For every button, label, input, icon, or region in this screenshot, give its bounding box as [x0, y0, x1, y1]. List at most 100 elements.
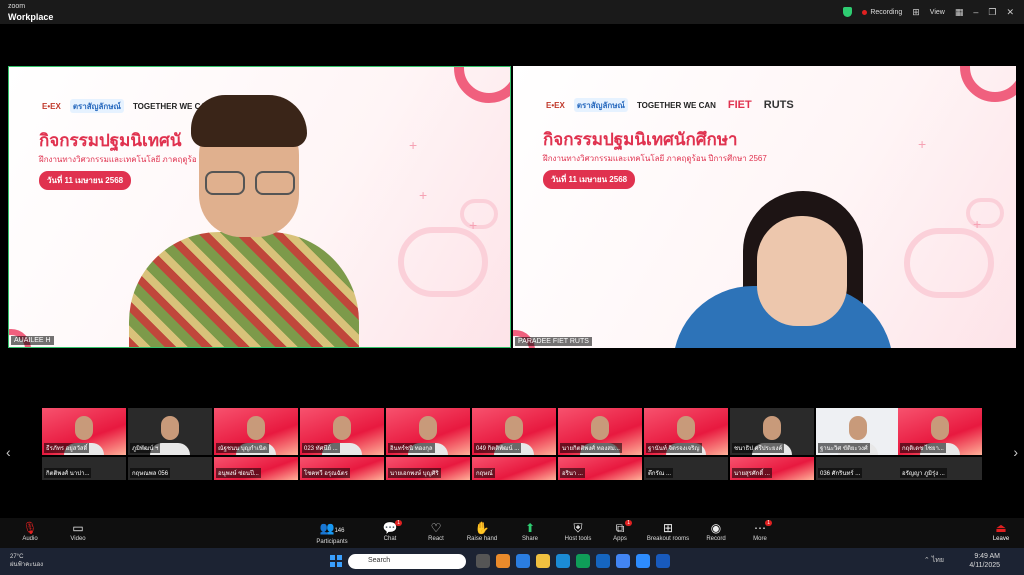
taskbar-clock[interactable]: 9:49 AM 4/11/2025: [969, 552, 1000, 570]
participant-name: ธีรภัทร อยู่สวัสดิ์: [44, 443, 90, 453]
plus-decor: +: [918, 136, 927, 152]
gallery-tile[interactable]: นายกิตติพงศ์ ทองสม...: [558, 408, 642, 455]
participant-face: [591, 416, 609, 440]
participant-name: อินทร์ชนิ ทองกุล: [388, 443, 435, 453]
participant-name: กฤษณพล 056: [130, 468, 171, 478]
plus-decor: +: [419, 187, 428, 203]
record-label: Record: [706, 536, 726, 542]
gallery-tile[interactable]: 036 ศักรินทร์ ...: [816, 457, 900, 480]
participant-gallery: ธีรภัทร อยู่สวัสดิ์ ภูมิพัฒน์ ฯ ณัฐชนน บ…: [42, 384, 982, 480]
gallery-tile[interactable]: ฐานันท์ จิตรจงเจริญ: [644, 408, 728, 455]
gallery-tile[interactable]: นายเอกพงษ์ บุญศิริ: [386, 457, 470, 480]
file-explorer-icon[interactable]: [536, 554, 550, 568]
minimize-icon[interactable]: –: [973, 7, 978, 17]
recording-indicator[interactable]: Recording: [862, 9, 902, 16]
gallery-tile[interactable]: อนุพงษ์ ซ่อนปี...: [214, 457, 298, 480]
language-indicator[interactable]: ไทย: [932, 557, 944, 564]
system-tray[interactable]: ⌃ ไทย: [924, 555, 944, 566]
gallery-tile[interactable]: กิตติพงศ์ นาปา...: [42, 457, 126, 480]
leave-button[interactable]: ⏏ Leave: [984, 521, 1018, 542]
apps-badge: 1: [625, 520, 632, 526]
windows-start-icon[interactable]: [330, 555, 342, 567]
participant-name: ตึกรัณ ...: [646, 468, 673, 478]
security-shield-icon[interactable]: [843, 7, 853, 17]
gallery-tile[interactable]: 049 กิตติพัฒน์ ...: [472, 408, 556, 455]
meeting-toolbar: 🎙 Audio ▭ Video 👥146 Participants 💬 1 Chat ♡ R…: [0, 518, 1024, 548]
task-view-icon[interactable]: [476, 554, 490, 568]
video-label: Video: [70, 536, 86, 542]
close-icon[interactable]: ✕: [1006, 7, 1014, 18]
gallery-tile[interactable]: กฤษณ์: [472, 457, 556, 480]
record-dot-icon: [862, 9, 868, 15]
edge-icon[interactable]: [576, 554, 590, 568]
participant-name: อรินา ...: [560, 468, 585, 478]
participant-name: 049 กิตติพัฒน์ ...: [474, 443, 522, 453]
brand-name: Workplace: [8, 12, 54, 22]
calendar-icon[interactable]: ▦: [955, 7, 964, 18]
gallery-prev-icon[interactable]: ‹: [6, 444, 11, 460]
gallery-tile[interactable]: นายสุรศักดิ์ ...: [730, 457, 814, 480]
speaker-tile-2[interactable]: + + E•EX ตราสัญลักษณ์ TOGETHER WE CAN FI…: [513, 66, 1016, 348]
copilot-icon[interactable]: [516, 554, 530, 568]
zoom-taskbar-icon[interactable]: [636, 554, 650, 568]
word-icon[interactable]: [656, 554, 670, 568]
video-camera-icon: ▭: [72, 521, 84, 535]
participant-name: AUAILEE H: [11, 336, 54, 345]
speaker-hair: [191, 95, 307, 147]
slide-date: วันที่ 11 เมษายน 2568: [39, 171, 132, 190]
chevron-up-icon[interactable]: ⌃: [924, 557, 930, 564]
plus-decor: +: [469, 217, 478, 233]
participant-name: อนุพงษ์ ซ่อนปี...: [216, 468, 261, 478]
participants-label: Participants: [316, 539, 348, 545]
slide-decor-ring: [454, 67, 510, 103]
participants-icon: 👥146: [319, 521, 345, 535]
more-button[interactable]: ⋯ 1 More: [730, 520, 790, 542]
video-button[interactable]: ▭ Video: [48, 521, 108, 542]
restore-icon[interactable]: ❐: [988, 7, 996, 18]
speaker-tile-1[interactable]: + + + E•EX ตราสัญลักษณ์ TOGETHER WE CAN …: [8, 66, 511, 348]
participant-name: นายสุรศักดิ์ ...: [732, 468, 772, 478]
slide-logos: E•EX ตราสัญลักษณ์ TOGETHER WE CAN: [39, 97, 215, 115]
participant-face: [75, 416, 93, 440]
widgets-icon[interactable]: [496, 554, 510, 568]
gallery-tile[interactable]: กฤษณพล 056: [128, 457, 212, 480]
gallery-tile[interactable]: ฐานะวิศ ขัติยะวงศ์: [816, 408, 900, 455]
view-button[interactable]: View: [930, 9, 945, 16]
outlook-icon[interactable]: [556, 554, 570, 568]
plus-decor: +: [409, 137, 418, 153]
gallery-tile[interactable]: อินทร์ชนิ ทองกุล: [386, 408, 470, 455]
gallery-tile[interactable]: 023 ทัศนีย์ ...: [300, 408, 384, 455]
gallery-tile[interactable]: กฤติเดช ไชยา...: [898, 408, 982, 455]
gallery-tile[interactable]: ตึกรัณ ...: [644, 457, 728, 480]
taskbar-search[interactable]: Search: [348, 554, 466, 569]
gallery-tile[interactable]: อรินา ...: [558, 457, 642, 480]
participants-count: 146: [334, 528, 345, 534]
gallery-tile[interactable]: ธีรภัทร อยู่สวัสดิ์: [42, 408, 126, 455]
audio-label: Audio: [22, 536, 38, 542]
gallery-tile[interactable]: ชนาธิป ศรีประยงค์: [730, 408, 814, 455]
gallery-tile[interactable]: อรัญญา ภูมิรุ่ง ...: [898, 457, 982, 480]
gallery-tile[interactable]: ภูมิพัฒน์ ฯ: [128, 408, 212, 455]
gallery-next-icon[interactable]: ›: [1013, 444, 1018, 460]
slide-subtitle: ฝึกงานทางวิศวกรรมและเทคโนโลยี ภาคฤดูร้อ: [39, 155, 197, 164]
participant-name: ชนาธิป ศรีประยงค์: [732, 443, 785, 453]
gallery-tile[interactable]: ณัฐชนน บุญกำเนิด: [214, 408, 298, 455]
weather-widget[interactable]: 27°C ฝนฟ้าคะนอง: [10, 553, 43, 569]
slide-title: กิจกรรมปฐมนิเทศนั: [39, 131, 182, 150]
participant-face: [677, 416, 695, 440]
participant-face: [333, 416, 351, 440]
grid-icon[interactable]: ⊞: [912, 7, 920, 18]
store-icon[interactable]: [596, 554, 610, 568]
participant-face: [931, 416, 949, 440]
gallery-tile[interactable]: โชคทวี อรุณฉัตร: [300, 457, 384, 480]
zoom-logo: zoom Workplace: [8, 2, 53, 22]
participant-name: กฤษณ์: [474, 468, 495, 478]
participant-name: โชคทวี อรุณฉัตร: [302, 468, 350, 478]
slide-title: กิจกรรมปฐมนิเทศนักศึกษา: [543, 130, 738, 149]
participant-name: 036 ศักรินทร์ ...: [818, 468, 863, 478]
participant-face: [161, 416, 179, 440]
clock-date: 4/11/2025: [969, 562, 1000, 569]
apps-label: Apps: [613, 536, 627, 542]
chrome-icon[interactable]: [616, 554, 630, 568]
participants-button[interactable]: 👥146 Participants: [302, 521, 362, 545]
